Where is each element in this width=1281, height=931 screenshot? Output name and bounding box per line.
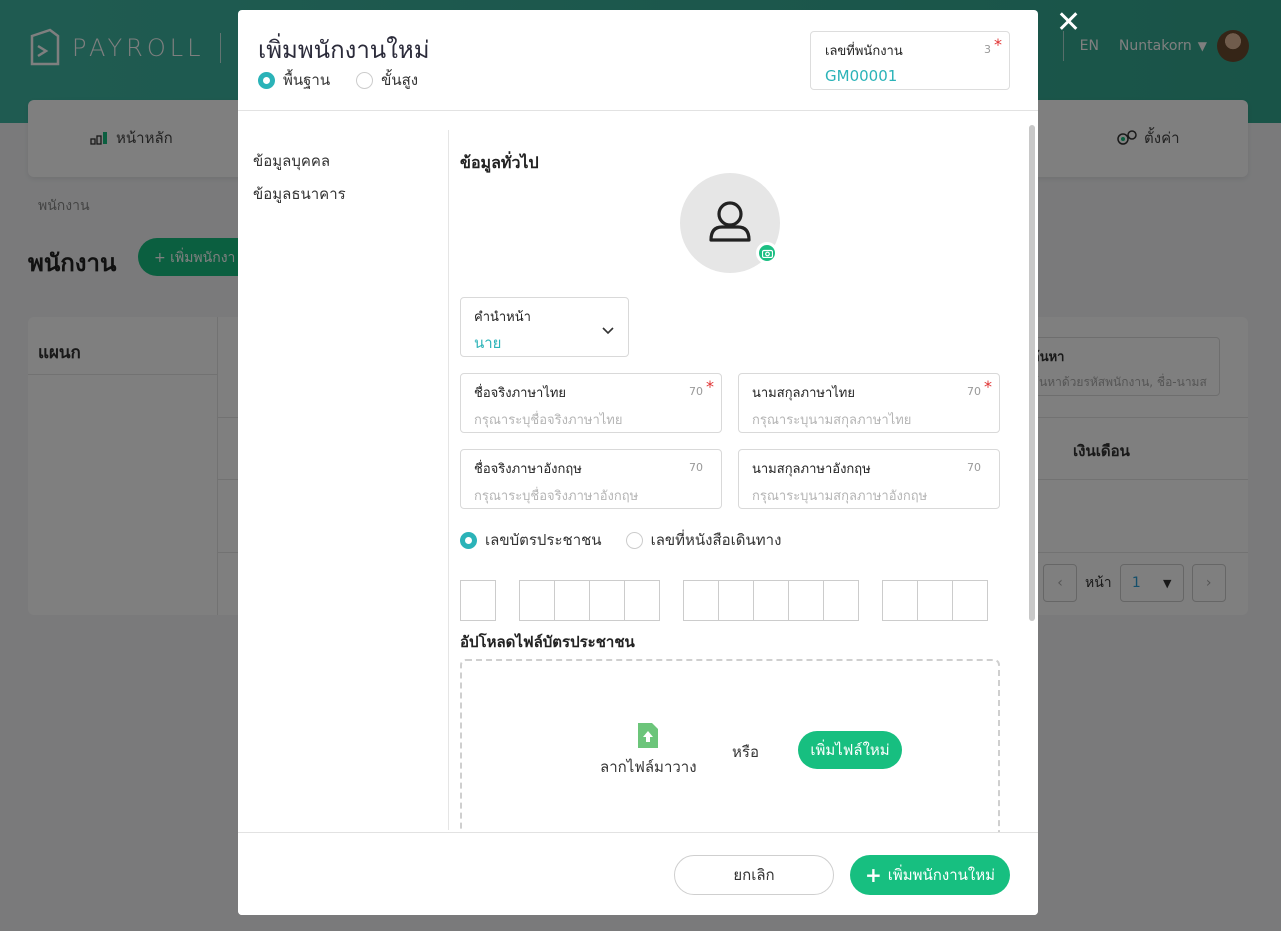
radio-unselected[interactable] xyxy=(356,71,374,89)
radio-unselected[interactable] xyxy=(625,531,643,549)
id-digit-input[interactable] xyxy=(624,580,660,621)
employee-number-field[interactable]: เลขที่พนักงาน GM00001 3 * xyxy=(810,31,1010,90)
prefix-select[interactable]: คำนำหน้า นาย xyxy=(460,297,629,357)
submit-label: เพิ่มพนักงานใหม่ xyxy=(887,866,995,884)
modal-content: ข้อมูลทั่วไป คำนำหน้า นาย ชื่อจริงภาษาไท… xyxy=(460,130,1016,832)
mode-basic-option[interactable]: พื้นฐาน xyxy=(258,68,330,92)
last-name-th-label: นามสกุลภาษาไทย xyxy=(752,386,855,401)
id-digit-input[interactable] xyxy=(823,580,859,621)
required-marker: * xyxy=(994,35,1002,54)
id-digit-input[interactable] xyxy=(788,580,824,621)
employee-number-value: GM00001 xyxy=(825,67,898,85)
camera-glyph xyxy=(761,249,773,258)
last-name-th-field[interactable]: นามสกุลภาษาไทย กรุณาระบุนามสกุลภาษาไทย 7… xyxy=(738,373,1000,433)
id-digit-input[interactable] xyxy=(952,580,988,621)
scrollbar[interactable] xyxy=(1029,125,1035,621)
last-name-th-placeholder: กรุณาระบุนามสกุลภาษาไทย xyxy=(752,413,912,428)
required-marker: * xyxy=(984,377,992,396)
first-name-en-field[interactable]: ชื่อจริงภาษาอังกฤษ กรุณาระบุชื่อจริงภาษา… xyxy=(460,449,722,509)
id-digit-input[interactable] xyxy=(554,580,590,621)
last-name-en-placeholder: กรุณาระบุนามสกุลภาษาอังกฤษ xyxy=(752,489,928,504)
last-name-en-field[interactable]: นามสกุลภาษาอังกฤษ กรุณาระบุนามสกุลภาษาอั… xyxy=(738,449,1000,509)
chevron-down-icon xyxy=(602,324,614,338)
camera-icon[interactable] xyxy=(756,242,778,264)
employee-number-label: เลขที่พนักงาน xyxy=(825,44,903,59)
passport-option[interactable]: เลขที่หนังสือเดินทาง xyxy=(625,528,782,552)
mode-selector: พื้นฐาน ขั้นสูง xyxy=(258,68,438,92)
radio-selected[interactable] xyxy=(258,71,275,89)
drag-text: ลากไฟล์มาวาง xyxy=(600,758,697,776)
upload-title: อัปโหลดไฟล์บัตรประชาชน xyxy=(460,633,635,651)
id-digit-input[interactable] xyxy=(589,580,625,621)
modal-title: เพิ่มพนักงานใหม่ xyxy=(258,36,430,64)
file-dropzone[interactable]: ลากไฟล์มาวาง หรือ เพิ่มไฟล์ใหม่ xyxy=(460,659,1000,832)
add-file-button[interactable]: เพิ่มไฟล์ใหม่ xyxy=(798,731,902,769)
prefix-label: คำนำหน้า xyxy=(474,310,531,325)
char-count: 70 xyxy=(689,461,703,474)
id-card-option[interactable]: เลขบัตรประชาชน xyxy=(460,528,602,552)
passport-label: เลขที่หนังสือเดินทาง xyxy=(650,531,782,549)
side-nav-personal-info[interactable]: ข้อมูลบุคคล xyxy=(253,149,330,173)
char-count: 70 xyxy=(967,385,981,398)
first-name-th-field[interactable]: ชื่อจริงภาษาไทย กรุณาระบุชื่อจริงภาษาไทย… xyxy=(460,373,722,433)
id-digit-input[interactable] xyxy=(882,580,918,621)
required-marker: * xyxy=(706,377,714,396)
first-name-en-placeholder: กรุณาระบุชื่อจริงภาษาอังกฤษ xyxy=(474,489,639,504)
first-name-th-label: ชื่อจริงภาษาไทย xyxy=(474,386,567,401)
last-name-en-label: นามสกุลภาษาอังกฤษ xyxy=(752,462,871,477)
modal-footer: ยกเลิก + เพิ่มพนักงานใหม่ xyxy=(238,832,1038,915)
first-name-th-placeholder: กรุณาระบุชื่อจริงภาษาไทย xyxy=(474,413,623,428)
modal-side-nav: ข้อมูลบุคคล ข้อมูลธนาคาร xyxy=(238,130,449,830)
section-title: ข้อมูลทั่วไป xyxy=(460,153,539,172)
modal-header: เพิ่มพนักงานใหม่ พื้นฐาน ขั้นสูง เลขที่พ… xyxy=(238,10,1038,111)
id-digit-input[interactable] xyxy=(683,580,719,621)
id-type-selector: เลขบัตรประชาชน เลขที่หนังสือเดินทาง xyxy=(460,528,805,552)
prefix-value: นาย xyxy=(474,334,502,352)
or-text: หรือ xyxy=(732,743,759,761)
side-nav-bank-info[interactable]: ข้อมูลธนาคาร xyxy=(253,182,346,206)
mode-advanced-label: ขั้นสูง xyxy=(381,71,419,89)
id-digit-input[interactable] xyxy=(519,580,555,621)
id-digit-input[interactable] xyxy=(718,580,754,621)
add-employee-modal: เพิ่มพนักงานใหม่ พื้นฐาน ขั้นสูง เลขที่พ… xyxy=(238,10,1038,915)
id-digit-input[interactable] xyxy=(460,580,496,621)
id-digit-input[interactable] xyxy=(917,580,953,621)
mode-basic-label: พื้นฐาน xyxy=(283,71,331,89)
mode-advanced-option[interactable]: ขั้นสูง xyxy=(356,68,418,92)
char-count: 70 xyxy=(689,385,703,398)
close-icon[interactable]: ✕ xyxy=(1056,8,1081,38)
submit-add-employee-button[interactable]: + เพิ่มพนักงานใหม่ xyxy=(850,855,1010,895)
char-count: 3 xyxy=(984,43,991,56)
first-name-en-label: ชื่อจริงภาษาอังกฤษ xyxy=(474,462,582,477)
file-upload-icon xyxy=(638,723,658,748)
id-digit-input[interactable] xyxy=(753,580,789,621)
radio-selected[interactable] xyxy=(460,531,477,549)
cancel-button[interactable]: ยกเลิก xyxy=(674,855,834,895)
id-card-label: เลขบัตรประชาชน xyxy=(485,531,602,549)
char-count: 70 xyxy=(967,461,981,474)
plus-icon: + xyxy=(865,863,882,887)
